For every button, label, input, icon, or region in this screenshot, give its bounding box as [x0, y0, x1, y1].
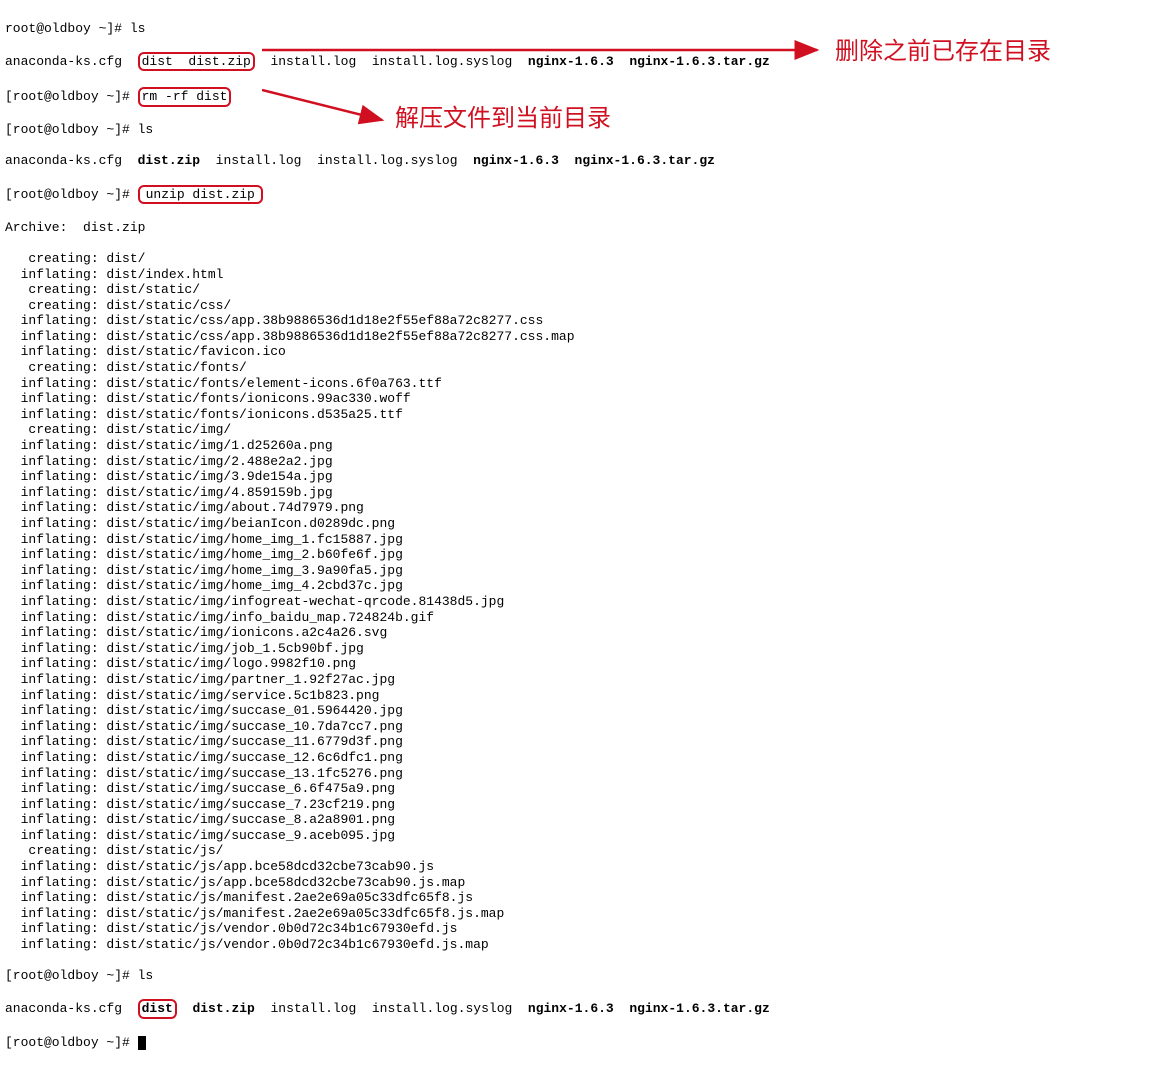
prompt-text: [root@oldboy ~]#: [5, 89, 138, 104]
unzip-line: inflating: dist/static/img/succase_10.7d…: [5, 719, 1154, 735]
archive-line: Archive: dist.zip: [5, 220, 1154, 236]
unzip-line: inflating: dist/static/img/info_baidu_ma…: [5, 610, 1154, 626]
highlighted-dist-dir: dist: [138, 999, 177, 1019]
unzip-line: inflating: dist/static/img/home_img_4.2c…: [5, 578, 1154, 594]
unzip-line: creating: dist/static/css/: [5, 298, 1154, 314]
unzip-line: inflating: dist/static/img/infogreat-wec…: [5, 594, 1154, 610]
unzip-line: inflating: dist/static/js/manifest.2ae2e…: [5, 890, 1154, 906]
unzip-line: creating: dist/: [5, 251, 1154, 267]
unzip-line: inflating: dist/static/img/1.d25260a.png: [5, 438, 1154, 454]
nginx-tar: nginx-1.6.3.tar.gz: [629, 1001, 769, 1016]
unzip-line: inflating: dist/static/img/about.74d7979…: [5, 500, 1154, 516]
unzip-line: inflating: dist/static/js/app.bce58dcd32…: [5, 859, 1154, 875]
unzip-line: inflating: dist/static/img/service.5c1b8…: [5, 688, 1154, 704]
unzip-line: inflating: dist/static/img/home_img_2.b6…: [5, 547, 1154, 563]
highlighted-rm-cmd: rm -rf dist: [138, 87, 232, 107]
unzip-line: inflating: dist/static/img/logo.9982f10.…: [5, 656, 1154, 672]
prompt-final: [root@oldboy ~]#: [5, 1035, 1154, 1051]
unzip-line: inflating: dist/static/img/job_1.5cb90bf…: [5, 641, 1154, 657]
highlighted-unzip-cmd: unzip dist.zip: [138, 185, 263, 205]
nginx-dir: nginx-1.6.3: [528, 1001, 614, 1016]
unzip-line: inflating: dist/static/img/succase_7.23c…: [5, 797, 1154, 813]
highlighted-dist-distzip: dist dist.zip: [138, 52, 255, 72]
unzip-line: inflating: dist/static/favicon.ico: [5, 344, 1154, 360]
arrow-rm: [262, 40, 832, 60]
terminal[interactable]: root@oldboy ~]# ls anaconda-ks.cfg dist …: [5, 5, 1154, 1066]
prompt-line-rm: [root@oldboy ~]# rm -rf dist: [5, 87, 1154, 107]
unzip-line: inflating: dist/static/js/vendor.0b0d72c…: [5, 921, 1154, 937]
unzip-line: inflating: dist/static/js/app.bce58dcd32…: [5, 875, 1154, 891]
prompt-text: [root@oldboy ~]#: [5, 1035, 138, 1050]
unzip-line: inflating: dist/static/js/manifest.2ae2e…: [5, 906, 1154, 922]
unzip-line: inflating: dist/static/img/beianIcon.d02…: [5, 516, 1154, 532]
annotation-rm: 删除之前已存在目录: [835, 38, 1051, 67]
unzip-line: inflating: dist/static/css/app.38b988653…: [5, 313, 1154, 329]
unzip-line: inflating: dist/static/fonts/element-ico…: [5, 376, 1154, 392]
ls-output-2: anaconda-ks.cfg dist.zip install.log ins…: [5, 153, 1154, 169]
unzip-line: inflating: dist/static/img/succase_11.67…: [5, 734, 1154, 750]
nginx-tar: nginx-1.6.3.tar.gz: [575, 153, 715, 168]
prompt-line-ls1: root@oldboy ~]# ls: [5, 21, 1154, 37]
unzip-line: inflating: dist/index.html: [5, 267, 1154, 283]
unzip-line: creating: dist/static/js/: [5, 843, 1154, 859]
unzip-line: inflating: dist/static/img/succase_9.ace…: [5, 828, 1154, 844]
cmd-ls: ls: [138, 968, 154, 983]
unzip-line: inflating: dist/static/css/app.38b988653…: [5, 329, 1154, 345]
unzip-output: creating: dist/ inflating: dist/index.ht…: [5, 251, 1154, 953]
unzip-line: inflating: dist/static/img/home_img_3.9a…: [5, 563, 1154, 579]
unzip-line: inflating: dist/static/img/3.9de154a.jpg: [5, 469, 1154, 485]
unzip-line: inflating: dist/static/img/succase_01.59…: [5, 703, 1154, 719]
unzip-line: creating: dist/static/fonts/: [5, 360, 1154, 376]
unzip-line: inflating: dist/static/img/succase_13.1f…: [5, 766, 1154, 782]
unzip-line: inflating: dist/static/img/4.859159b.jpg: [5, 485, 1154, 501]
dist-zip: dist.zip: [138, 153, 200, 168]
unzip-line: inflating: dist/static/fonts/ionicons.d5…: [5, 407, 1154, 423]
unzip-line: inflating: dist/static/img/succase_12.6c…: [5, 750, 1154, 766]
prompt-text: [root@oldboy ~]#: [5, 968, 138, 983]
dist-zip: dist.zip: [177, 1001, 255, 1016]
annotation-unzip: 解压文件到当前目录: [395, 105, 611, 134]
prompt-text: [root@oldboy ~]#: [5, 122, 138, 137]
arrow-unzip: [262, 85, 392, 135]
unzip-line: inflating: dist/static/img/home_img_1.fc…: [5, 532, 1154, 548]
unzip-line: inflating: dist/static/img/succase_8.a2a…: [5, 812, 1154, 828]
unzip-line: inflating: dist/static/img/succase_6.6f4…: [5, 781, 1154, 797]
cmd-ls: ls: [138, 122, 154, 137]
cursor-icon: [138, 1036, 146, 1050]
unzip-line: creating: dist/static/img/: [5, 422, 1154, 438]
prompt-line-ls3: [root@oldboy ~]# ls: [5, 968, 1154, 984]
nginx-dir: nginx-1.6.3: [473, 153, 559, 168]
unzip-line: inflating: dist/static/js/vendor.0b0d72c…: [5, 937, 1154, 953]
unzip-line: inflating: dist/static/fonts/ionicons.99…: [5, 391, 1154, 407]
prompt-text: root@oldboy ~]#: [5, 21, 130, 36]
unzip-line: creating: dist/static/: [5, 282, 1154, 298]
prompt-line-unzip: [root@oldboy ~]# unzip dist.zip: [5, 185, 1154, 205]
ls-output-3: anaconda-ks.cfg dist dist.zip install.lo…: [5, 999, 1154, 1019]
unzip-line: inflating: dist/static/img/partner_1.92f…: [5, 672, 1154, 688]
cmd-ls: ls: [130, 21, 146, 36]
prompt-text: [root@oldboy ~]#: [5, 187, 138, 202]
unzip-line: inflating: dist/static/img/ionicons.a2c4…: [5, 625, 1154, 641]
unzip-line: inflating: dist/static/img/2.488e2a2.jpg: [5, 454, 1154, 470]
